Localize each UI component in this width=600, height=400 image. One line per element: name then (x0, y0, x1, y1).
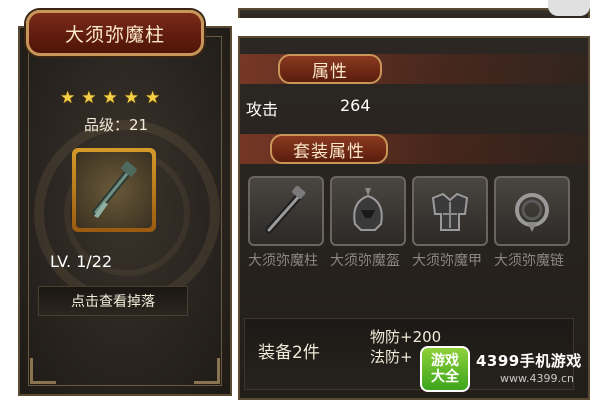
set-attributes-header: 套装属性 (270, 134, 388, 164)
set-piece-icon-box (248, 176, 324, 246)
watermark-logo: 游戏 大全 (420, 346, 470, 392)
top-frame-bar (238, 8, 590, 18)
corner-ornament-right (194, 358, 220, 384)
set-bonus-label: 装备2件 (258, 343, 320, 363)
item-title-banner: 大须弥魔柱 (26, 10, 204, 56)
watermark-badge-bottom: 大全 (431, 369, 459, 385)
item-grade: 品级：21 (84, 116, 149, 134)
set-piece-necklace[interactable]: 大须弥魔链 (494, 176, 572, 270)
set-piece-staff[interactable]: 大须弥魔柱 (248, 176, 326, 270)
armor-icon (431, 192, 469, 231)
watermark-badge-top: 游戏 (431, 353, 459, 369)
star-icon: ★ (145, 88, 161, 108)
helmet-icon (353, 188, 383, 231)
view-drop-button[interactable]: 点击查看掉落 (38, 286, 188, 316)
set-pieces-list: 大须弥魔柱 大须弥魔盔 大须弥魔甲 大须弥魔链 (244, 176, 574, 296)
set-piece-icon-box (494, 176, 570, 246)
corner-ornament-left (30, 358, 56, 384)
staff-icon (92, 161, 137, 218)
set-piece-name: 大须弥魔链 (494, 253, 564, 269)
top-corner-decoration (548, 0, 590, 16)
staff-icon (265, 185, 306, 234)
set-piece-name: 大须弥魔甲 (412, 253, 482, 269)
set-piece-name: 大须弥魔盔 (330, 253, 400, 269)
item-icon-slot[interactable] (72, 148, 156, 232)
star-icon: ★ (81, 88, 97, 108)
necklace-icon (515, 193, 549, 232)
set-piece-icon-box (330, 176, 406, 246)
star-icon: ★ (60, 88, 76, 108)
view-drop-label: 点击查看掉落 (71, 294, 155, 310)
attack-label: 攻击 (246, 100, 279, 119)
set-piece-armor[interactable]: 大须弥魔甲 (412, 176, 490, 270)
attributes-header: 属性 (278, 54, 382, 84)
star-icon: ★ (123, 88, 139, 108)
attack-value: 264 (340, 96, 371, 115)
set-bonus-line-2: 法防+ (370, 348, 413, 366)
set-piece-helmet[interactable]: 大须弥魔盔 (330, 176, 408, 270)
watermark-url: www.4399.cn (500, 372, 574, 385)
set-piece-icon-box (412, 176, 488, 246)
star-rating: ★ ★ ★ ★ ★ (60, 90, 160, 107)
set-bonus-line-1: 物防+200 (370, 328, 442, 346)
star-icon: ★ (102, 88, 118, 108)
attributes-header-label: 属性 (312, 61, 348, 82)
set-attributes-header-label: 套装属性 (293, 141, 365, 162)
item-level: LV. 1/22 (50, 252, 113, 271)
set-piece-name: 大须弥魔柱 (248, 253, 318, 269)
item-icon-well (76, 152, 152, 228)
watermark-title: 4399手机游戏 (476, 352, 582, 370)
item-name: 大须弥魔柱 (64, 23, 165, 46)
equipment-detail-screen: 大须弥魔柱 ★ ★ ★ ★ ★ 品级：21 LV. 1/22 点击查看掉落 属性… (0, 0, 600, 400)
